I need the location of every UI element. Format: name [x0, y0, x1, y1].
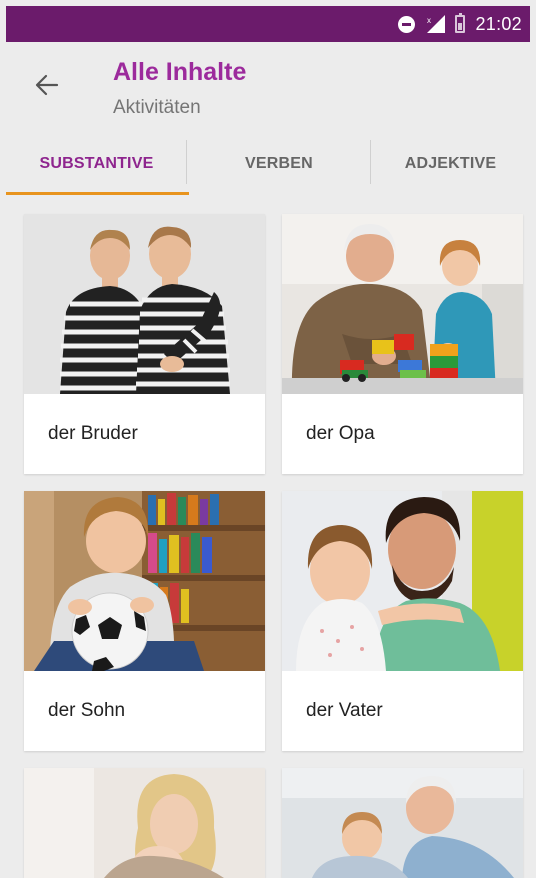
tab-bar: SUBSTANTIVE VERBEN ADJEKTIVE: [6, 132, 530, 196]
boy-with-football-photo: [24, 491, 265, 671]
card-partial[interactable]: [24, 768, 265, 878]
status-bar: x 21:02: [6, 6, 530, 42]
card-der-opa[interactable]: der Opa: [282, 214, 523, 474]
grandmother-with-child-photo: [282, 768, 523, 878]
two-brothers-photo: [24, 214, 265, 394]
page-title: Alle Inhalte: [113, 58, 247, 86]
signal-icon: x: [425, 15, 446, 33]
active-tab-indicator: [6, 192, 189, 195]
card-label: der Opa: [306, 423, 375, 444]
arrow-left-icon: [35, 74, 59, 96]
grandfather-with-child-photo: [282, 214, 523, 394]
tab-label: SUBSTANTIVE: [39, 155, 154, 172]
card-der-vater[interactable]: der Vater: [282, 491, 523, 751]
card-label: der Sohn: [48, 700, 126, 721]
father-hugging-daughter-photo: [282, 491, 523, 671]
tab-label: VERBEN: [245, 155, 313, 172]
tab-label: ADJEKTIVE: [404, 155, 497, 172]
app-header: Alle Inhalte Aktivitäten: [6, 42, 530, 132]
do-not-disturb-icon: [398, 15, 416, 33]
status-time: 21:02: [475, 13, 522, 34]
battery-icon: [455, 13, 466, 33]
page-subtitle: Aktivitäten: [113, 97, 201, 118]
card-der-bruder[interactable]: der Bruder: [24, 214, 265, 474]
card-label: der Vater: [306, 700, 383, 721]
card-partial[interactable]: [282, 768, 523, 878]
tab-adjektive[interactable]: ADJEKTIVE: [371, 132, 530, 196]
svg-text:x: x: [427, 16, 431, 25]
tab-verben[interactable]: VERBEN: [187, 132, 371, 196]
card-der-sohn[interactable]: der Sohn: [24, 491, 265, 751]
card-label: der Bruder: [48, 423, 138, 444]
tab-substantive[interactable]: SUBSTANTIVE: [6, 132, 187, 196]
back-button[interactable]: [30, 68, 64, 102]
mother-with-baby-photo: [24, 768, 265, 878]
